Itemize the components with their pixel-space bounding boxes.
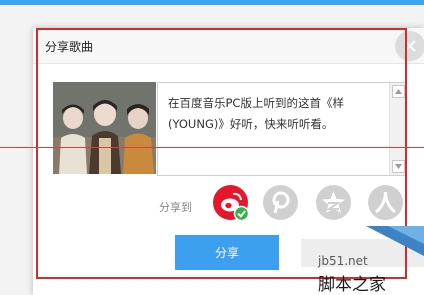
dialog-title-bar: 分享歌曲 — [33, 28, 424, 64]
site-watermark: jb51.net 脚本之家 — [318, 226, 424, 295]
close-button[interactable] — [395, 31, 424, 61]
chevron-down-icon — [395, 164, 402, 169]
share-renren-button[interactable] — [368, 185, 403, 220]
dialog-title: 分享歌曲 — [45, 40, 94, 54]
share-to-label: 分享到 — [159, 201, 192, 214]
watermark-corner-logo — [366, 226, 424, 256]
pinterest-icon — [263, 185, 298, 220]
share-qzone-button[interactable] — [316, 185, 351, 220]
weibo-icon — [213, 185, 250, 222]
watermark-site-name: 脚本之家 — [318, 275, 386, 295]
watermark-url: jb51.net — [318, 254, 368, 268]
renren-icon — [368, 185, 403, 220]
album-cover-image — [53, 82, 156, 174]
scroll-down-button[interactable] — [392, 160, 405, 173]
message-scrollbar[interactable] — [389, 83, 406, 175]
share-message-textarea[interactable]: 在百度音乐PC版上听到的这首《样(YOUNG)》好听，快来听听看。 — [157, 82, 407, 176]
share-button[interactable]: 分享 — [175, 235, 279, 270]
share-weibo-button[interactable] — [213, 185, 250, 222]
share-pinterest-button[interactable] — [263, 185, 298, 220]
window-top-band — [0, 0, 424, 5]
share-message-text: 在百度音乐PC版上听到的这首《样(YOUNG)》好听，快来听听看。 — [168, 96, 344, 131]
qzone-icon — [316, 185, 351, 220]
chevron-up-icon — [395, 89, 402, 94]
close-icon — [404, 40, 416, 52]
scroll-up-button[interactable] — [392, 85, 405, 98]
